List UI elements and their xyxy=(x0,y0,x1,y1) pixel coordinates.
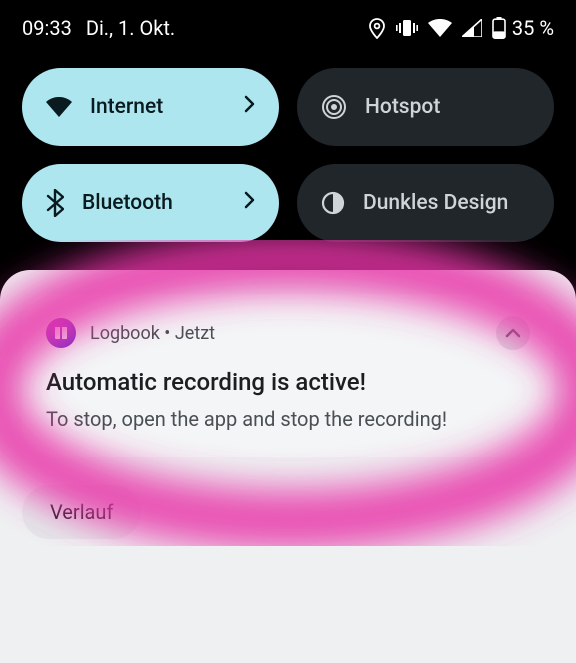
separator: • xyxy=(160,323,175,344)
notification-header: Logbook • Jetzt xyxy=(46,316,530,350)
collapse-button[interactable] xyxy=(496,316,530,350)
qs-tile-bluetooth[interactable]: Bluetooth xyxy=(22,164,279,242)
date: Di., 1. Okt. xyxy=(86,16,175,40)
qs-tile-label: Internet xyxy=(90,95,163,119)
battery-indicator: 35 % xyxy=(492,16,554,40)
bluetooth-icon xyxy=(46,189,64,217)
notification-app-name: Logbook xyxy=(90,323,160,344)
qs-tile-label: Dunkles Design xyxy=(363,191,508,215)
chevron-up-icon xyxy=(505,328,521,338)
qs-tile-internet[interactable]: Internet xyxy=(22,68,279,146)
notification-body: To stop, open the app and stop the recor… xyxy=(46,406,530,433)
hotspot-icon xyxy=(321,94,347,120)
app-icon xyxy=(46,318,76,348)
wifi-icon xyxy=(428,19,452,37)
contrast-icon xyxy=(321,191,345,215)
wifi-icon xyxy=(46,97,72,117)
chevron-right-icon xyxy=(243,191,255,215)
location-icon xyxy=(368,17,386,39)
notification-card[interactable]: Logbook • Jetzt Automatic recording is a… xyxy=(22,294,554,457)
clock: 09:33 xyxy=(22,16,72,40)
notification-shade: Logbook • Jetzt Automatic recording is a… xyxy=(0,270,576,663)
quick-settings: Internet Hotspot Bluetooth Dunkles Desig… xyxy=(0,56,576,242)
chevron-right-icon xyxy=(243,95,255,119)
history-button-label: Verlauf xyxy=(50,500,113,524)
qs-tile-dark-theme[interactable]: Dunkles Design xyxy=(297,164,554,242)
notification-title: Automatic recording is active! xyxy=(46,368,530,396)
battery-percent: 35 % xyxy=(512,16,554,40)
vibrate-icon xyxy=(396,18,418,38)
notification-time: Jetzt xyxy=(175,323,215,344)
qs-tile-label: Hotspot xyxy=(365,95,440,119)
qs-tile-hotspot[interactable]: Hotspot xyxy=(297,68,554,146)
history-button[interactable]: Verlauf xyxy=(22,485,141,539)
status-bar: 09:33 Di., 1. Okt. xyxy=(0,0,576,56)
signal-icon xyxy=(462,19,482,37)
qs-tile-label: Bluetooth xyxy=(82,191,173,215)
